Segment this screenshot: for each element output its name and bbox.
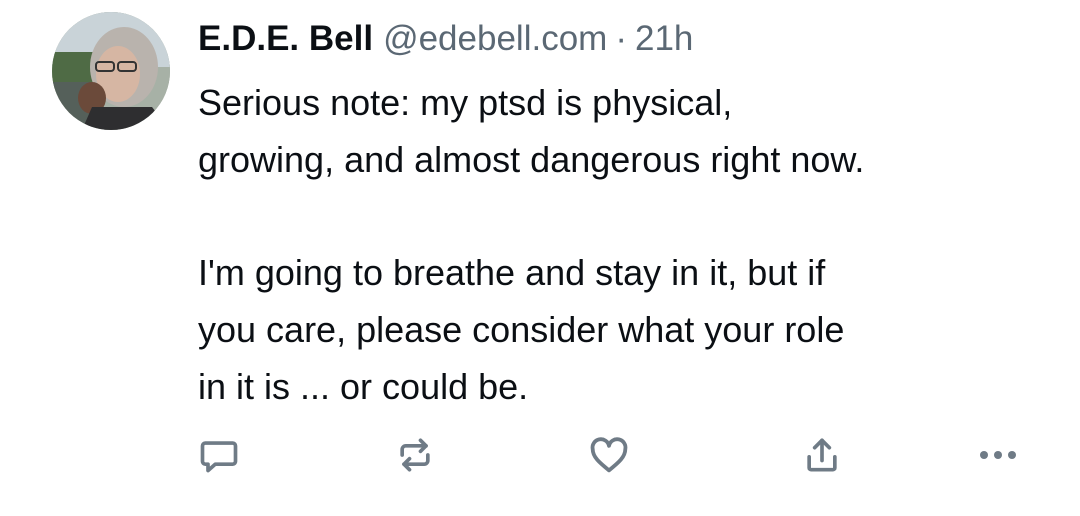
- separator-dot: ·: [615, 19, 627, 58]
- repost-icon: [400, 438, 430, 472]
- avatar-photo: [52, 12, 170, 130]
- share-icon: [807, 438, 837, 472]
- share-button[interactable]: [797, 430, 847, 480]
- author-handle[interactable]: @edebell.com: [383, 19, 607, 58]
- post-paragraph: I'm going to breathe and stay in it, but…: [198, 252, 845, 407]
- post-paragraph: Serious note: my ptsd is physical, growi…: [198, 82, 865, 180]
- post-content: E.D.E. Bell @edebell.com · 21h Serious note…: [198, 14, 1058, 415]
- post-card: E.D.E. Bell @edebell.com · 21h Serious note…: [0, 0, 1080, 516]
- reply-button[interactable]: [194, 430, 244, 480]
- reply-icon: [200, 441, 238, 473]
- post-text: Serious note: my ptsd is physical, growi…: [198, 74, 1058, 415]
- more-icon: [980, 451, 1016, 459]
- author-name[interactable]: E.D.E. Bell: [198, 19, 373, 58]
- post-header: E.D.E. Bell @edebell.com · 21h: [198, 14, 1058, 64]
- like-button[interactable]: [584, 430, 634, 480]
- heart-icon: [590, 437, 628, 473]
- post-timestamp[interactable]: 21h: [635, 19, 693, 58]
- repost-button[interactable]: [390, 430, 440, 480]
- post-actions: [0, 430, 1080, 480]
- more-options-button[interactable]: [973, 430, 1023, 480]
- avatar[interactable]: [52, 12, 170, 130]
